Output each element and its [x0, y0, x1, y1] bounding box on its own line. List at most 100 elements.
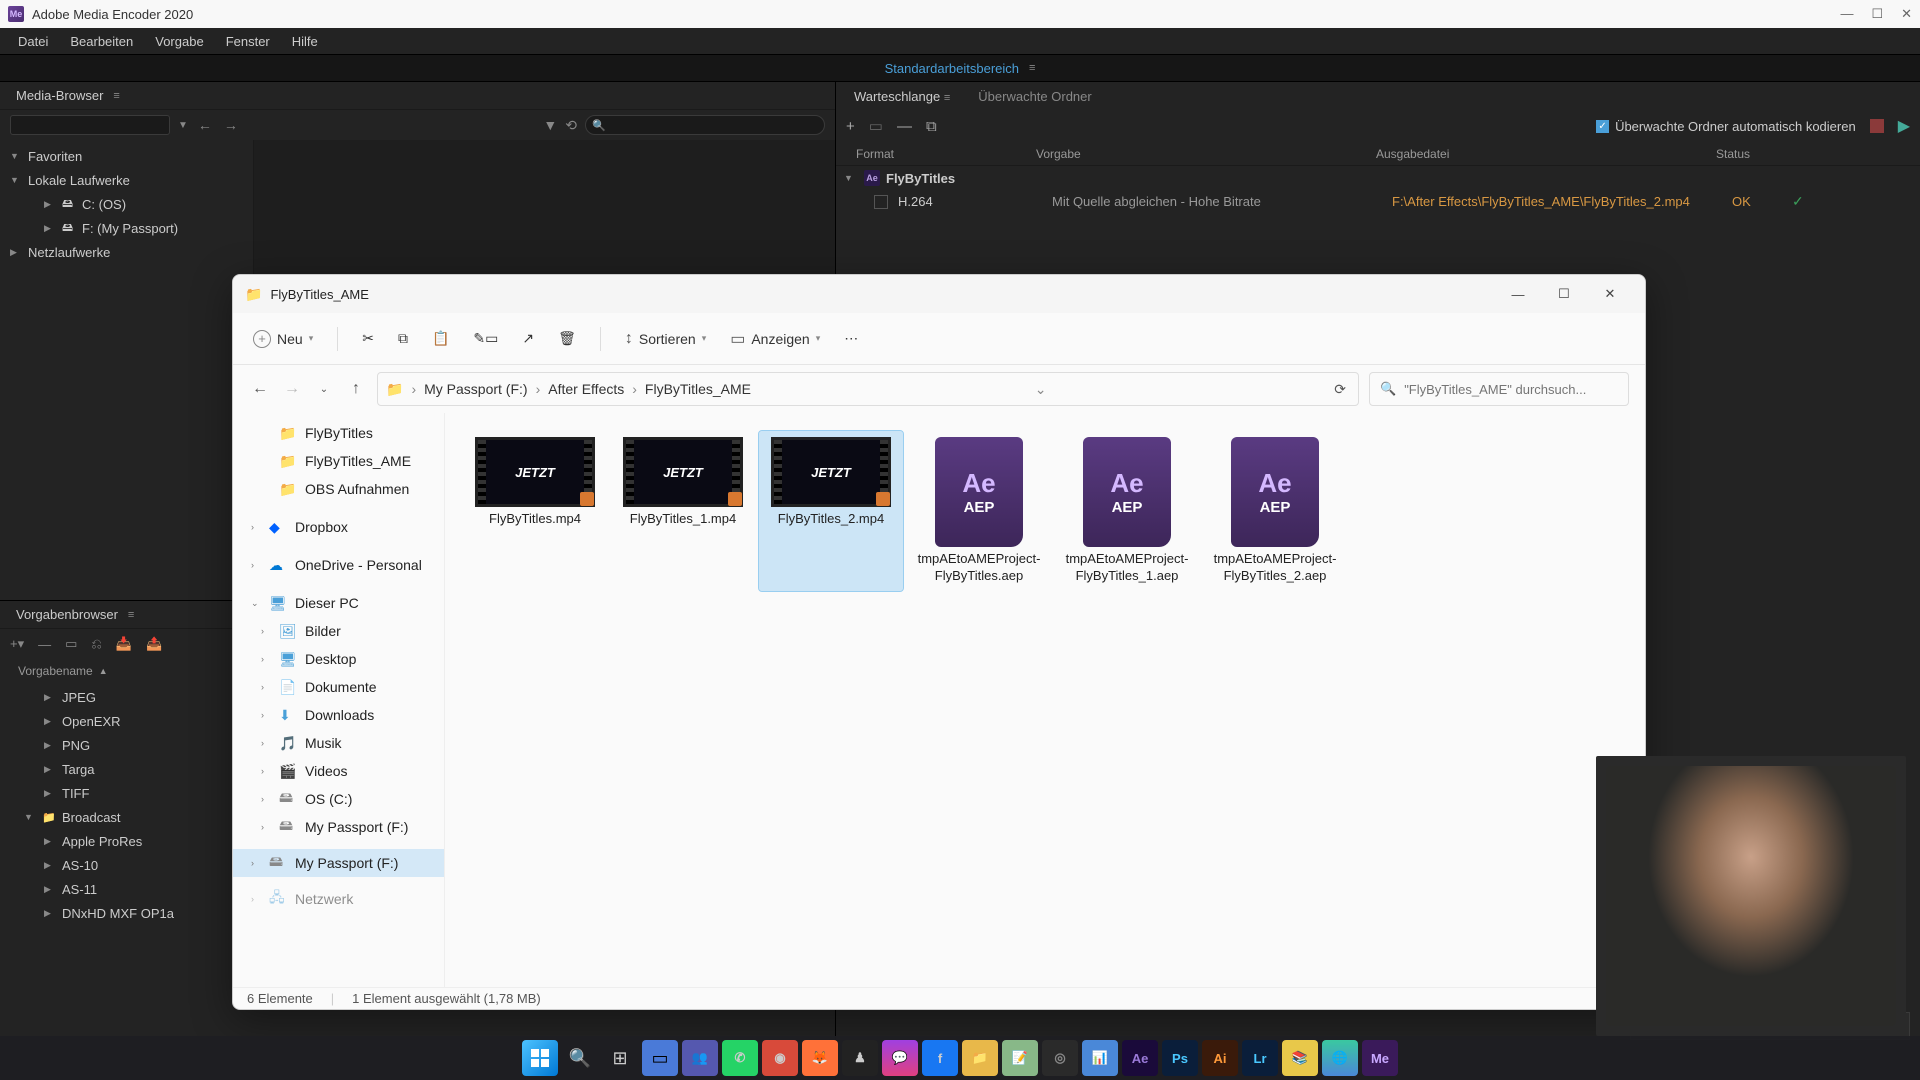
share-icon[interactable]: ↗ — [522, 330, 534, 347]
nav-pc-item[interactable]: ›🖼Bilder — [233, 617, 444, 645]
cut-icon[interactable]: ✂ — [362, 330, 374, 347]
tree-local-drives[interactable]: ▼Lokale Laufwerke — [0, 168, 253, 192]
file-video[interactable]: JETZT FlyByTitles.mp4 — [463, 431, 607, 591]
queue-format[interactable]: H.264 — [898, 194, 1052, 209]
preset-icon[interactable]: ▭ — [65, 636, 77, 652]
tree-favorites[interactable]: ▼Favoriten — [0, 144, 253, 168]
explorer-titlebar[interactable]: 📁 FlyByTitles_AME — ☐ ✕ — [233, 275, 1645, 313]
panel-menu-icon[interactable]: ≡ — [113, 90, 119, 102]
nav-pc-item[interactable]: ›📄Dokumente — [233, 673, 444, 701]
media-search[interactable]: 🔍 — [585, 115, 825, 135]
menu-datei[interactable]: Datei — [8, 31, 58, 52]
start-button[interactable] — [522, 1040, 558, 1076]
preset-icon2[interactable]: ⎌ — [91, 636, 101, 652]
notepad-icon[interactable]: 📝 — [1002, 1040, 1038, 1076]
ame-taskbar-icon[interactable]: Me — [1362, 1040, 1398, 1076]
recent-icon[interactable]: ⌄ — [313, 384, 335, 395]
filter-icon[interactable]: ▼ — [543, 117, 557, 133]
lr-taskbar-icon[interactable]: Lr — [1242, 1040, 1278, 1076]
maximize-icon[interactable]: ☐ — [1541, 275, 1587, 313]
nav-quick-item[interactable]: 📁FlyByTitles — [233, 419, 444, 447]
up-icon[interactable]: ↑ — [345, 380, 367, 398]
taskview-icon[interactable]: ⊞ — [602, 1040, 638, 1076]
path-dropdown[interactable] — [10, 115, 170, 135]
app-icon[interactable]: ◉ — [762, 1040, 798, 1076]
widgets-icon[interactable]: ▭ — [642, 1040, 678, 1076]
panel-menu-icon[interactable]: ≡ — [944, 92, 950, 104]
nav-quick-item[interactable]: 📁FlyByTitles_AME — [233, 447, 444, 475]
copy-icon[interactable]: ⧉ — [398, 330, 408, 347]
facebook-icon[interactable]: f — [922, 1040, 958, 1076]
menu-bearbeiten[interactable]: Bearbeiten — [60, 31, 143, 52]
auto-encode-checkbox[interactable]: ✓ Überwachte Ordner automatisch kodieren — [1596, 119, 1856, 134]
tree-drive-f[interactable]: ▶🖴F: (My Passport) — [0, 216, 253, 240]
chevron-down-icon[interactable]: ⌄ — [1031, 381, 1051, 398]
rename-icon[interactable]: ✎▭ — [473, 330, 498, 347]
menu-vorgabe[interactable]: Vorgabe — [145, 31, 213, 52]
app-icon[interactable]: 📊 — [1082, 1040, 1118, 1076]
view-button[interactable]: ▭Anzeigen▾ — [730, 329, 820, 349]
ai-taskbar-icon[interactable]: Ai — [1202, 1040, 1238, 1076]
queue-item[interactable]: ▼ Ae FlyByTitles — [836, 166, 1920, 190]
whatsapp-icon[interactable]: ✆ — [722, 1040, 758, 1076]
sort-up-icon[interactable]: ▲ — [99, 666, 108, 676]
app-icon[interactable]: 📚 — [1282, 1040, 1318, 1076]
nav-back-icon[interactable]: ← — [196, 116, 214, 134]
remove-preset-icon[interactable]: — — [38, 637, 51, 652]
nav-onedrive[interactable]: ›☁OneDrive - Personal — [233, 551, 444, 579]
messenger-icon[interactable]: 💬 — [882, 1040, 918, 1076]
forward-icon[interactable]: → — [281, 380, 303, 398]
queue-preset[interactable]: Mit Quelle abgleichen - Hohe Bitrate — [1052, 194, 1392, 209]
menu-hilfe[interactable]: Hilfe — [282, 31, 328, 52]
refresh-icon[interactable]: ⟳ — [1330, 381, 1350, 398]
sort-button[interactable]: ↕Sortieren▾ — [625, 330, 706, 348]
breadcrumb-item[interactable]: FlyByTitles_AME — [645, 381, 751, 397]
nav-thispc[interactable]: ⌄🖥Dieser PC — [233, 589, 444, 617]
workspace-label[interactable]: Standardarbeitsbereich — [885, 61, 1019, 76]
breadcrumb-item[interactable]: After Effects — [548, 381, 624, 397]
minimize-icon[interactable]: — — [1840, 6, 1853, 22]
chevron-right-icon[interactable]: › — [407, 381, 420, 397]
queue-output-row[interactable]: H.264 Mit Quelle abgleichen - Hohe Bitra… — [836, 190, 1920, 213]
add-preset-icon[interactable]: +▾ — [10, 636, 24, 652]
explorer-search[interactable]: 🔍 — [1369, 372, 1629, 406]
explorer-taskbar-icon[interactable]: 📁 — [962, 1040, 998, 1076]
file-aep[interactable]: AeAEP tmpAEtoAMEProject-FlyByTitles.aep — [907, 431, 1051, 591]
chevron-right-icon[interactable]: › — [251, 560, 261, 570]
chevron-right-icon[interactable]: › — [251, 522, 261, 532]
checkbox-icon[interactable] — [874, 195, 888, 209]
new-button[interactable]: +Neu▾ — [253, 330, 313, 348]
nav-pc-item[interactable]: ›🖴My Passport (F:) — [233, 813, 444, 841]
file-aep[interactable]: AeAEP tmpAEtoAMEProject-FlyByTitles_1.ae… — [1055, 431, 1199, 591]
file-video-selected[interactable]: JETZT FlyByTitles_2.mp4 — [759, 431, 903, 591]
nav-pc-item[interactable]: ›🎬Videos — [233, 757, 444, 785]
paste-icon[interactable]: 📋 — [432, 330, 449, 347]
ps-taskbar-icon[interactable]: Ps — [1162, 1040, 1198, 1076]
nav-network[interactable]: ›🖧Netzwerk — [233, 885, 444, 913]
close-icon[interactable]: ✕ — [1587, 275, 1633, 313]
refresh-icon[interactable]: ⟲ — [565, 117, 577, 134]
chevron-down-icon[interactable]: ⌄ — [251, 598, 261, 609]
search-input[interactable] — [1404, 382, 1618, 397]
nav-pc-item[interactable]: ›🖥Desktop — [233, 645, 444, 673]
play-button[interactable]: ▶ — [1898, 116, 1910, 136]
import-icon[interactable]: 📥 — [116, 636, 132, 652]
address-bar[interactable]: 📁 › My Passport (F:) › After Effects › F… — [377, 372, 1359, 406]
chevron-right-icon[interactable]: › — [532, 381, 545, 397]
nav-pc-item[interactable]: ›🎵Musik — [233, 729, 444, 757]
nav-pc-item[interactable]: ›🖴OS (C:) — [233, 785, 444, 813]
file-aep[interactable]: AeAEP tmpAEtoAMEProject-FlyByTitles_2.ae… — [1203, 431, 1347, 591]
maximize-icon[interactable]: ☐ — [1871, 6, 1883, 22]
delete-icon[interactable]: 🗑 — [558, 330, 576, 347]
queue-output[interactable]: F:\After Effects\FlyByTitles_AME\FlyByTi… — [1392, 194, 1732, 209]
app-icon[interactable]: ♟ — [842, 1040, 878, 1076]
tree-drive-c[interactable]: ▶🖴C: (OS) — [0, 192, 253, 216]
tab-queue[interactable]: Warteschlange ≡ — [842, 85, 962, 108]
add-icon[interactable]: + — [846, 118, 855, 135]
edge-icon[interactable]: 🌐 — [1322, 1040, 1358, 1076]
minimize-icon[interactable]: — — [1495, 275, 1541, 313]
menu-fenster[interactable]: Fenster — [216, 31, 280, 52]
remove-icon[interactable]: — — [897, 118, 912, 135]
back-icon[interactable]: ← — [249, 380, 271, 398]
nav-pc-item[interactable]: ›⬇Downloads — [233, 701, 444, 729]
